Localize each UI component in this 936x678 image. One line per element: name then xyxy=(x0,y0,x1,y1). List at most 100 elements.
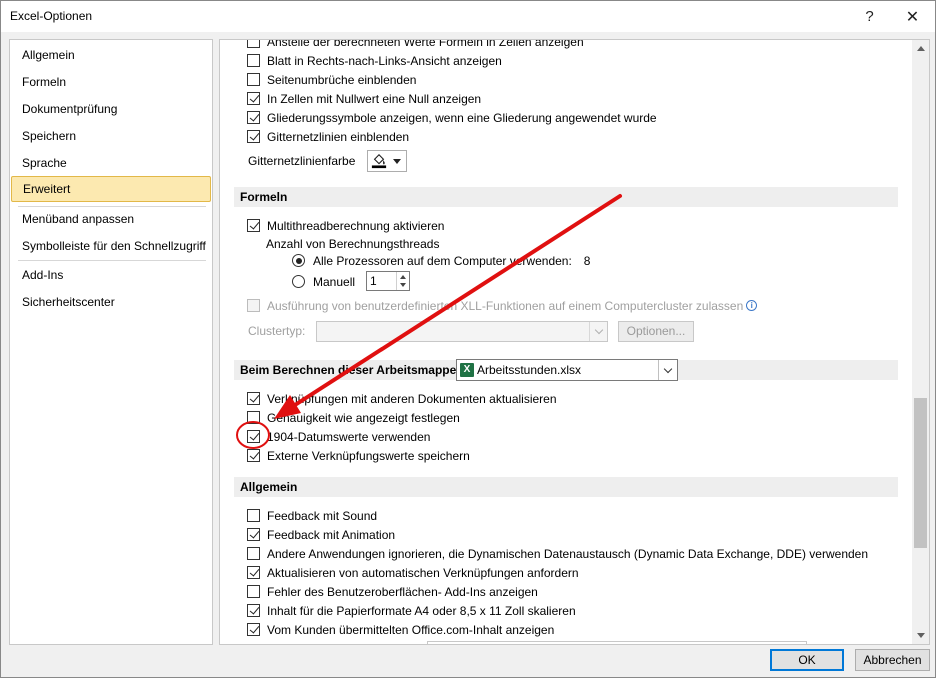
option-label: Seitenumbrüche einblenden xyxy=(267,72,417,87)
option-row[interactable]: Alle Prozessoren auf dem Computer verwen… xyxy=(292,251,590,270)
multithread-checkbox[interactable] xyxy=(247,219,260,232)
feedback-sound-checkbox[interactable] xyxy=(247,509,260,522)
window-title: Excel-Optionen xyxy=(10,9,93,23)
section-header-allgemein: Allgemein xyxy=(234,477,898,497)
scroll-up-icon xyxy=(916,46,925,51)
option-label: Gliederungssymbole anzeigen, wenn eine G… xyxy=(267,110,657,125)
gridlines-checkbox[interactable] xyxy=(247,130,260,143)
option-row[interactable]: Anstelle der berechneten Werte Formeln i… xyxy=(247,40,584,51)
right-to-left-checkbox[interactable] xyxy=(247,54,260,67)
option-label: Multithreadberechnung aktivieren xyxy=(267,218,445,233)
info-icon[interactable]: i xyxy=(746,300,758,311)
scroll-down-icon xyxy=(916,633,925,638)
sidebar-item-formeln[interactable]: Formeln xyxy=(10,69,212,95)
workbook-dropdown[interactable]: X Arbeitsstunden.xlsx xyxy=(456,359,678,381)
option-label: 1904-Datumswerte verwenden xyxy=(267,429,431,444)
office-content-checkbox[interactable] xyxy=(247,623,260,636)
page-breaks-checkbox[interactable] xyxy=(247,73,260,86)
option-row[interactable]: Fehler des Benutzeroberflächen- Add-Ins … xyxy=(247,582,538,601)
help-button[interactable]: ? xyxy=(847,1,892,32)
date-1904-checkbox[interactable] xyxy=(247,430,260,443)
show-zero-checkbox[interactable] xyxy=(247,92,260,105)
option-label: Inhalt für die Papierformate A4 oder 8,5… xyxy=(267,603,576,618)
chevron-down-icon xyxy=(594,325,603,335)
option-label: Gitternetzlinien einblenden xyxy=(267,129,410,144)
gridline-color-label: Gitternetzlinienfarbe xyxy=(248,153,356,168)
precision-as-displayed-checkbox[interactable] xyxy=(247,411,260,424)
sidebar-item-menueband-anpassen[interactable]: Menüband anpassen xyxy=(10,206,212,232)
sidebar-item-symbolleiste[interactable]: Symbolleiste für den Schnellzugriff xyxy=(10,233,212,259)
outline-symbols-checkbox[interactable] xyxy=(247,111,260,124)
option-row[interactable]: Inhalt für die Papierformate A4 oder 8,5… xyxy=(247,601,576,620)
option-row[interactable]: Gliederungssymbole anzeigen, wenn eine G… xyxy=(247,108,657,127)
excel-file-icon: X xyxy=(460,363,474,377)
cancel-button[interactable]: Abbrechen xyxy=(855,649,930,671)
thread-count-spinner[interactable]: 1 xyxy=(366,271,410,291)
option-row[interactable]: Vom Kunden übermittelten Office.com-Inha… xyxy=(247,620,554,639)
sidebar-divider xyxy=(18,260,206,261)
option-label: Alle Prozessoren auf dem Computer verwen… xyxy=(313,253,572,268)
ask-update-links-checkbox[interactable] xyxy=(247,566,260,579)
cluster-options-button[interactable]: Optionen... xyxy=(618,321,694,342)
addin-errors-checkbox[interactable] xyxy=(247,585,260,598)
option-row[interactable]: Ausführung von benutzerdefinierten XLL-F… xyxy=(247,296,758,315)
option-label: Genauigkeit wie angezeigt festlegen xyxy=(267,410,460,425)
option-row[interactable]: Aktualisieren von automatischen Verknüpf… xyxy=(247,563,579,582)
save-external-links-checkbox[interactable] xyxy=(247,449,260,462)
vertical-scrollbar[interactable] xyxy=(912,40,929,644)
sidebar-item-allgemein[interactable]: Allgemein xyxy=(10,42,212,68)
ok-button[interactable]: OK xyxy=(770,649,844,671)
spinner-buttons[interactable] xyxy=(396,272,409,290)
option-row[interactable]: Gitternetzlinien einblenden xyxy=(247,127,409,146)
option-label: Ausführung von benutzerdefinierten XLL-F… xyxy=(267,298,744,313)
option-row[interactable]: Feedback mit Animation xyxy=(247,525,395,544)
all-processors-radio[interactable] xyxy=(292,254,305,267)
option-row[interactable]: Manuell xyxy=(292,272,355,291)
option-row[interactable]: Blatt in Rechts-nach-Links-Ansicht anzei… xyxy=(247,51,502,70)
option-row[interactable]: Verknüpfungen mit anderen Dokumenten akt… xyxy=(247,389,557,408)
sidebar-item-dokumentpruefung[interactable]: Dokumentprüfung xyxy=(10,96,212,122)
option-row[interactable]: Genauigkeit wie angezeigt festlegen xyxy=(247,408,460,427)
sidebar-item-erweitert[interactable]: Erweitert xyxy=(11,176,211,202)
cluster-type-dropdown[interactable] xyxy=(316,321,608,342)
option-row[interactable]: Externe Verknüpfungswerte speichern xyxy=(247,446,470,465)
scroll-down-button[interactable] xyxy=(912,627,929,644)
formulas-in-cells-checkbox[interactable] xyxy=(247,40,260,48)
feedback-animation-checkbox[interactable] xyxy=(247,528,260,541)
chevron-down-icon xyxy=(393,158,401,164)
scroll-up-button[interactable] xyxy=(912,40,929,57)
manual-threads-radio[interactable] xyxy=(292,275,305,288)
title-bar: Excel-Optionen ? ✕ xyxy=(1,1,935,32)
cutoff-field xyxy=(427,641,807,644)
sidebar-item-speichern[interactable]: Speichern xyxy=(10,123,212,149)
xll-cluster-checkbox[interactable] xyxy=(247,299,260,312)
option-row[interactable]: Seitenumbrüche einblenden xyxy=(247,70,416,89)
close-button[interactable]: ✕ xyxy=(890,1,935,32)
option-label: Andere Anwendungen ignorieren, die Dynam… xyxy=(267,546,869,561)
spin-up-icon[interactable] xyxy=(400,275,406,279)
option-row[interactable]: Feedback mit Sound xyxy=(247,506,377,525)
option-label: Feedback mit Animation xyxy=(267,527,396,542)
spin-down-icon[interactable] xyxy=(400,283,406,287)
option-row[interactable]: 1904-Datumswerte verwenden xyxy=(247,427,430,446)
option-label: Anstelle der berechneten Werte Formeln i… xyxy=(267,40,584,49)
scrollbar-thumb[interactable] xyxy=(914,398,927,548)
sidebar-item-add-ins[interactable]: Add-Ins xyxy=(10,262,212,288)
workbook-name: Arbeitsstunden.xlsx xyxy=(477,363,582,377)
sidebar-item-sprache[interactable]: Sprache xyxy=(10,150,212,176)
scale-paper-checkbox[interactable] xyxy=(247,604,260,617)
excel-options-dialog: Excel-Optionen ? ✕ Allgemein Formeln Dok… xyxy=(0,0,936,678)
option-row[interactable]: In Zellen mit Nullwert eine Null anzeige… xyxy=(247,89,481,108)
option-row[interactable]: Multithreadberechnung aktivieren xyxy=(247,216,444,235)
ignore-dde-checkbox[interactable] xyxy=(247,547,260,560)
options-sidebar: Allgemein Formeln Dokumentprüfung Speich… xyxy=(9,39,213,645)
options-scroll-content: Anstelle der berechneten Werte Formeln i… xyxy=(220,40,912,644)
options-content-pane: Anstelle der berechneten Werte Formeln i… xyxy=(219,39,930,645)
gridline-color-picker[interactable] xyxy=(367,150,407,172)
processor-count: 8 xyxy=(583,253,591,268)
option-label: Feedback mit Sound xyxy=(267,508,378,523)
update-links-checkbox[interactable] xyxy=(247,392,260,405)
option-row[interactable]: Andere Anwendungen ignorieren, die Dynam… xyxy=(247,544,868,563)
sidebar-item-sicherheitscenter[interactable]: Sicherheitscenter xyxy=(10,289,212,315)
thread-count-value: 1 xyxy=(370,274,377,288)
